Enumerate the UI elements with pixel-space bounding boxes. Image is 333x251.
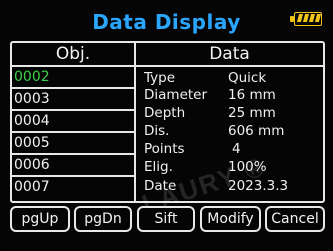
obj-column-header: Obj. — [55, 44, 91, 64]
device-screen: Data Display Obj. Data 0002 0003 0004 00… — [0, 0, 333, 251]
list-item[interactable]: 0003 — [14, 89, 132, 109]
list-item[interactable]: 0002 — [14, 67, 132, 87]
page-title: Data Display — [92, 10, 241, 34]
list-item[interactable]: 0005 — [14, 133, 132, 153]
detail-value-diameter: 16 mm — [228, 87, 276, 103]
data-table: Obj. Data 0002 0003 0004 0005 0006 0007 … — [10, 41, 325, 203]
detail-value-type: Quick — [228, 70, 267, 86]
cancel-button[interactable]: Cancel — [265, 206, 325, 232]
page-down-button[interactable]: pgDn — [74, 206, 132, 232]
list-item[interactable]: 0004 — [14, 111, 132, 131]
sift-button[interactable]: Sift — [137, 206, 195, 232]
detail-label-elig: Elig. — [144, 159, 173, 175]
modify-button[interactable]: Modify — [200, 206, 261, 232]
list-item[interactable]: 0006 — [14, 155, 132, 175]
detail-value-dis: 606 mm — [228, 123, 285, 139]
detail-label-depth: Depth — [144, 105, 186, 121]
detail-label-points: Points — [144, 141, 185, 157]
detail-value-points: 4 — [232, 141, 241, 157]
detail-label-dis: Dis. — [144, 123, 170, 139]
battery-icon — [290, 12, 324, 28]
data-column-header: Data — [209, 44, 250, 64]
detail-value-depth: 25 mm — [228, 105, 276, 121]
detail-label-type: Type — [144, 70, 176, 86]
list-item[interactable]: 0007 — [14, 177, 132, 197]
page-up-button[interactable]: pgUp — [10, 206, 70, 232]
detail-label-diameter: Diameter — [144, 87, 208, 103]
